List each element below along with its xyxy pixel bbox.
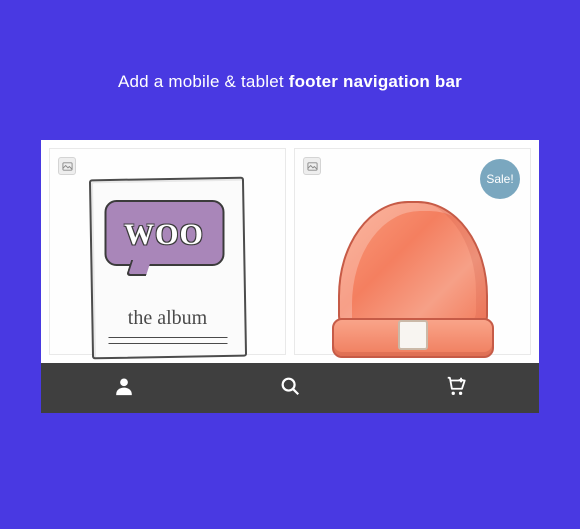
sale-badge-text: Sale! (486, 172, 513, 186)
image-placeholder-icon (58, 157, 76, 175)
image-placeholder-icon (303, 157, 321, 175)
promo-headline: Add a mobile & tablet footer navigation … (118, 72, 462, 92)
nav-search[interactable] (207, 363, 373, 413)
search-icon (279, 375, 301, 402)
product-card-beanie[interactable]: Sale! (294, 148, 531, 355)
footer-navigation-bar (41, 363, 539, 413)
album-caption: the album (90, 307, 245, 330)
nav-account[interactable] (41, 363, 207, 413)
beanie-illustration (328, 189, 498, 364)
cart-icon (445, 375, 467, 402)
headline-prefix: Add a mobile & tablet (118, 72, 289, 91)
account-icon (113, 375, 135, 402)
headline-bold: footer navigation bar (289, 72, 462, 91)
mobile-preview-frame: WOO the album Sale! (41, 140, 539, 413)
speech-text: WOO (106, 202, 222, 268)
product-grid: WOO the album Sale! (41, 140, 539, 363)
nav-cart[interactable] (373, 363, 539, 413)
speech-bubble: WOO (104, 200, 224, 266)
album-illustration: WOO the album (90, 178, 245, 358)
product-card-album[interactable]: WOO the album (49, 148, 286, 355)
